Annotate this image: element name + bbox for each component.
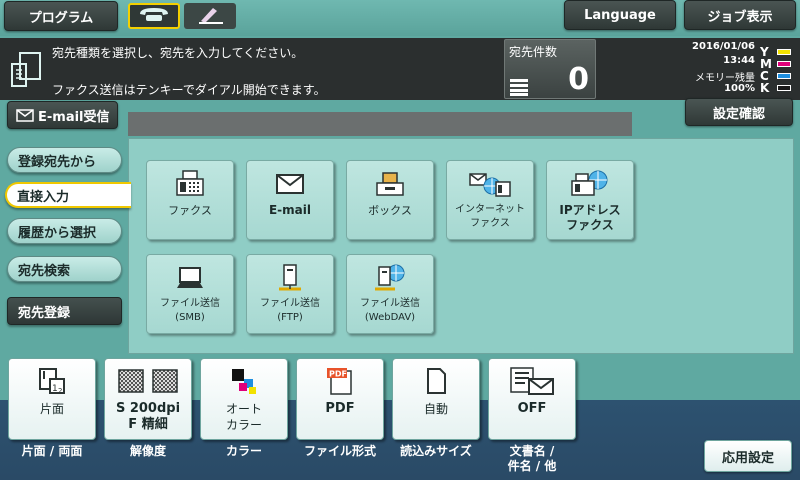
envelope-small-icon: [16, 108, 34, 122]
sidebar-item-label: 宛先登録: [18, 305, 71, 321]
sidebar-item-address-book[interactable]: 登録宛先から: [7, 147, 122, 173]
tile-label: E-mail: [268, 203, 311, 217]
resolution-setting-button[interactable]: S 200dpi F 精細: [104, 358, 192, 440]
file-format-setting-button[interactable]: PDF PDF: [296, 358, 384, 440]
resolution-value: S 200dpi F 精細: [115, 401, 181, 432]
resolution-label: 解像度: [129, 444, 166, 458]
tile-box[interactable]: ボックス: [346, 160, 434, 240]
svg-text:PDF: PDF: [329, 370, 347, 379]
tile-label: インターネット ファクス: [455, 204, 525, 229]
simplex-icon: 1 2: [37, 367, 67, 395]
document-icon: [10, 50, 44, 94]
tile-label: ファイル送信 (SMB): [160, 298, 220, 323]
computer-icon: [175, 263, 205, 293]
document-name-label: 文書名 / 件名 / 他: [507, 444, 557, 473]
sidebar-item-label: 履歴から選択: [18, 225, 97, 241]
tile-file-smb[interactable]: ファイル送信 (SMB): [146, 254, 234, 334]
job-display-label: ジョブ表示: [707, 9, 773, 25]
scan-size-setting-button[interactable]: 自動: [392, 358, 480, 440]
tile-label: ファクス: [168, 204, 212, 217]
message-line-1: 宛先種類を選択し、宛先を入力してください。: [52, 46, 304, 60]
color-label: カラー: [225, 444, 262, 458]
status-date: 2016/01/06: [692, 41, 755, 52]
telephone-icon: [137, 5, 171, 27]
list-icon: [510, 78, 528, 100]
sidebar-item-search[interactable]: 宛先検索: [7, 256, 122, 282]
sidebar-item-direct-input[interactable]: 直接入力: [5, 182, 131, 208]
scan-size-label: 読込みサイズ: [400, 444, 472, 458]
tile-email[interactable]: E-mail: [246, 160, 334, 240]
tile-ip-fax[interactable]: IPアドレス ファクス: [546, 160, 634, 240]
file-format-value: PDF: [325, 401, 355, 416]
document-mail-icon: [509, 367, 555, 395]
destination-input-bar: [128, 112, 632, 136]
tile-label: IPアドレス ファクス: [559, 203, 621, 232]
settings-check-button[interactable]: 設定確認: [685, 98, 793, 126]
svg-text:1: 1: [52, 384, 58, 394]
pdf-icon: PDF: [325, 367, 355, 395]
ink-level-m: [777, 61, 791, 67]
server-icon: [275, 263, 305, 293]
sidebar-item-label: 登録宛先から: [18, 154, 97, 170]
color-value: オート カラー: [225, 402, 262, 432]
fax-icon: [175, 169, 205, 199]
pen-icon: [195, 4, 225, 28]
job-display-button[interactable]: ジョブ表示: [684, 0, 796, 30]
ip-fax-icon: [570, 169, 610, 199]
resolution-icon: [117, 367, 179, 395]
duplex-value: 片面: [39, 402, 64, 416]
tile-label: ボックス: [368, 204, 412, 217]
sidebar-item-history[interactable]: 履歴から選択: [7, 218, 122, 244]
scan-mode-button[interactable]: [184, 3, 236, 29]
language-button[interactable]: Language: [564, 0, 676, 30]
fax-mode-button[interactable]: [128, 3, 180, 29]
memory-label: メモリー残量: [695, 73, 755, 84]
ink-letter-k: K: [760, 81, 770, 95]
duplex-setting-button[interactable]: 1 2 片面: [8, 358, 96, 440]
ink-level-k: [777, 85, 791, 91]
tile-internet-fax[interactable]: インターネット ファクス: [446, 160, 534, 240]
destination-count-label: 宛先件数: [509, 45, 558, 59]
tile-fax[interactable]: ファクス: [146, 160, 234, 240]
destination-count-value: 0: [568, 62, 589, 97]
program-button[interactable]: プログラム: [4, 1, 118, 31]
svg-text:2: 2: [58, 387, 62, 395]
top-bar: [0, 0, 800, 36]
language-label: Language: [584, 7, 656, 23]
color-icon: [229, 367, 259, 395]
message-line-2: ファクス送信はテンキーでダイアル開始できます。: [52, 83, 326, 97]
webdav-server-icon: [372, 263, 408, 293]
page-size-icon: [424, 367, 448, 395]
sidebar-item-label: 直接入力: [17, 189, 70, 205]
box-icon: [375, 169, 405, 199]
envelope-icon: [275, 169, 305, 199]
ink-level-c: [777, 73, 791, 79]
tile-file-ftp[interactable]: ファイル送信 (FTP): [246, 254, 334, 334]
tile-label: ファイル送信 (WebDAV): [360, 298, 420, 323]
settings-check-label: 設定確認: [712, 106, 765, 122]
application-settings-button[interactable]: 応用設定: [704, 440, 792, 472]
program-label: プログラム: [28, 10, 94, 26]
duplex-label: 片面 / 両面: [21, 444, 83, 458]
application-settings-label: 応用設定: [721, 450, 774, 466]
ink-level-y: [777, 49, 791, 55]
scan-size-value: 自動: [423, 402, 448, 416]
file-format-label: ファイル形式: [303, 444, 376, 458]
email-receive-button[interactable]: E-mail受信: [7, 101, 118, 129]
sidebar-item-label: 宛先検索: [18, 263, 71, 279]
memory-value: 100%: [724, 83, 755, 94]
tile-label: ファイル送信 (FTP): [260, 298, 320, 323]
sidebar-item-register[interactable]: 宛先登録: [7, 297, 122, 325]
destination-count-box: 宛先件数 0: [504, 39, 596, 99]
color-setting-button[interactable]: オート カラー: [200, 358, 288, 440]
document-name-setting-button[interactable]: OFF: [488, 358, 576, 440]
document-name-value: OFF: [517, 401, 547, 416]
email-receive-label: E-mail受信: [38, 109, 110, 125]
status-time: 13:44: [723, 55, 755, 66]
tile-file-webdav[interactable]: ファイル送信 (WebDAV): [346, 254, 434, 334]
internet-fax-icon: [468, 169, 512, 199]
